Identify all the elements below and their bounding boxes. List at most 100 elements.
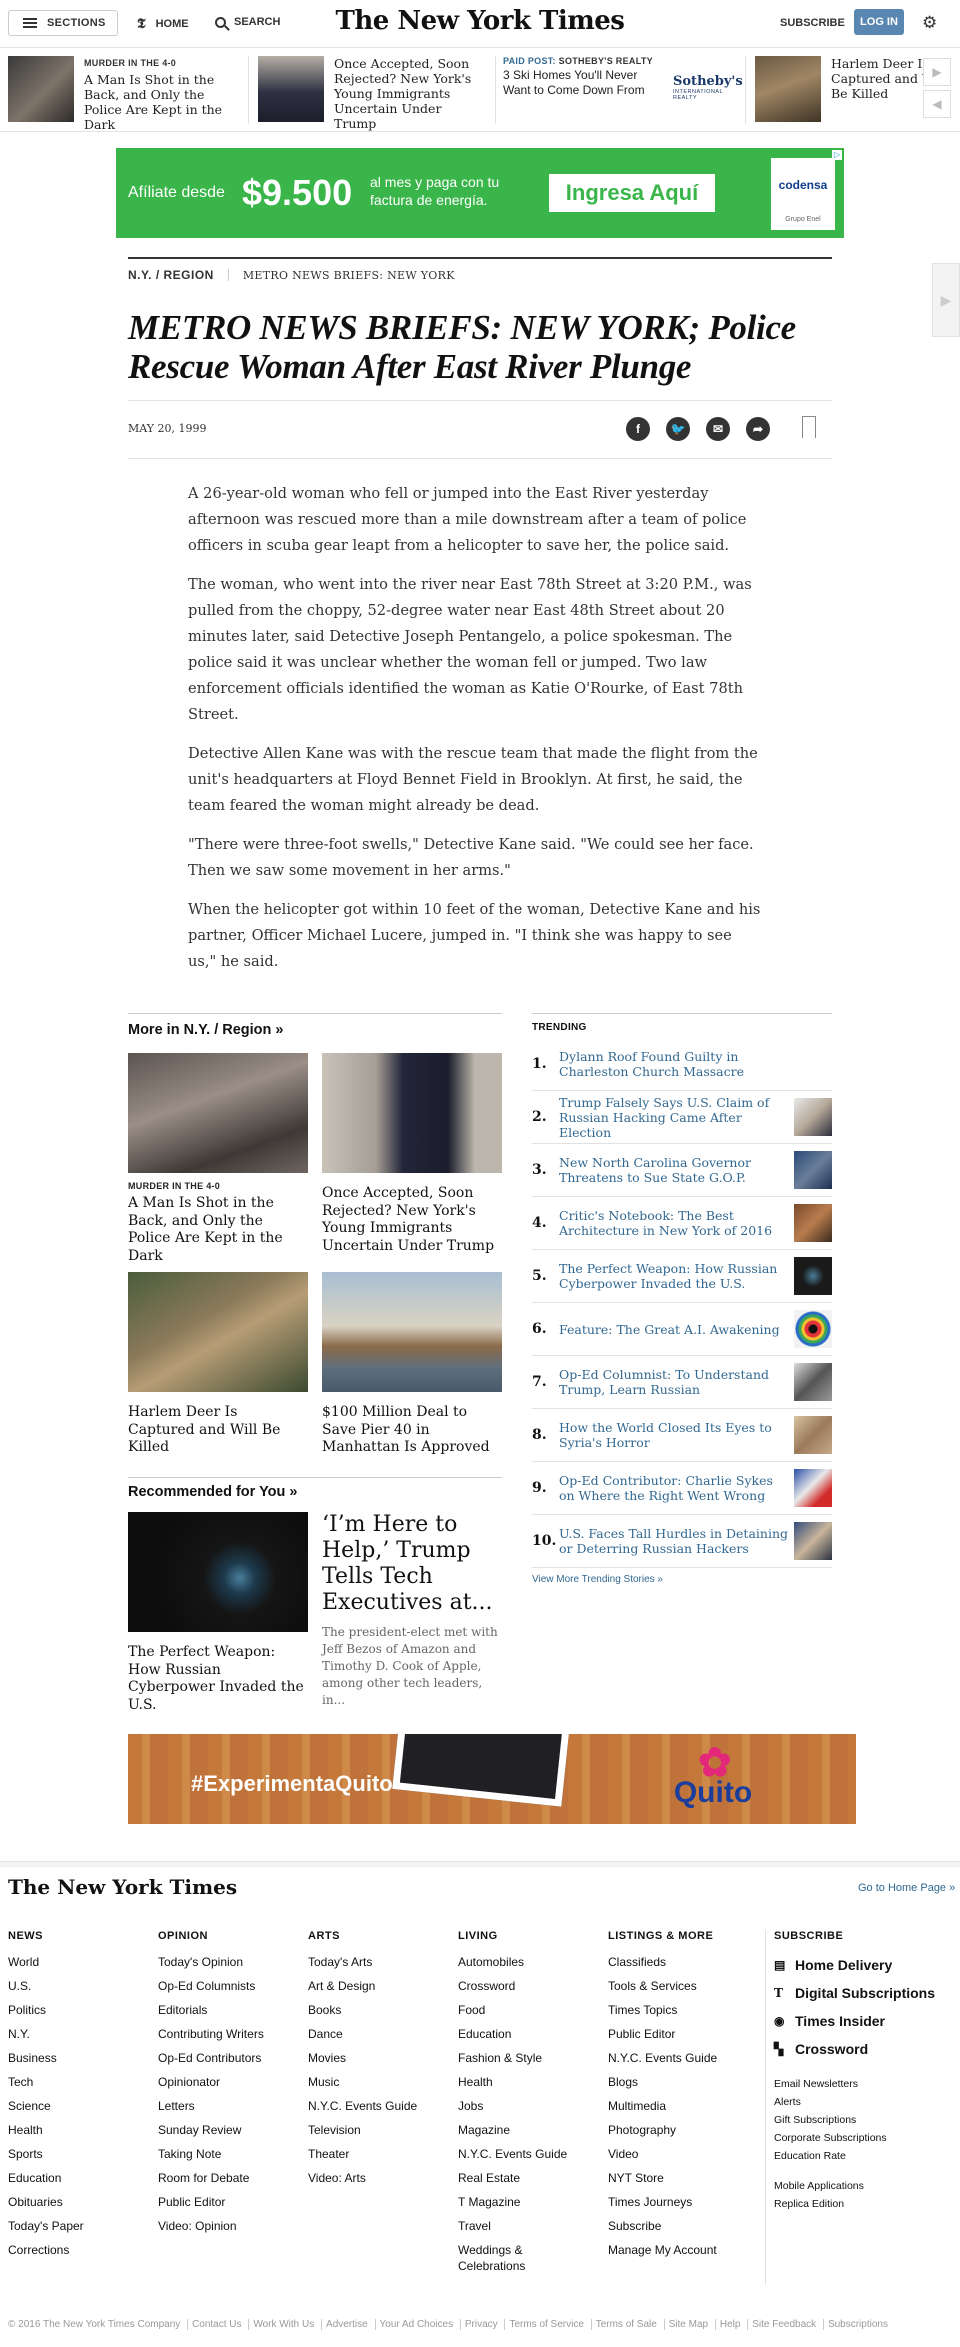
footer-small-link[interactable]: Email Newsletters [774, 2075, 960, 2093]
times-insider-link[interactable]: ◉ Times Insider [774, 2007, 960, 2035]
trending-item[interactable]: 5. The Perfect Weapon: How Russian Cyberp… [532, 1250, 832, 1303]
footer-small-link[interactable]: Gift Subscriptions [774, 2111, 960, 2129]
footer-link[interactable]: Health [458, 2070, 608, 2094]
footer-link[interactable]: Sunday Review [158, 2118, 308, 2142]
trending-item[interactable]: 6. Feature: The Great A.I. Awakening [532, 1303, 832, 1356]
footer-link[interactable]: N.Y.C. Events Guide [308, 2094, 458, 2118]
footer-link[interactable]: Movies [308, 2046, 458, 2070]
section-link[interactable]: N.Y. / REGION [128, 268, 214, 282]
footer-link[interactable]: Weddings & Celebrations [458, 2238, 548, 2274]
footer-link[interactable]: Politics [8, 1998, 158, 2022]
adchoices-icon[interactable]: ▷ [832, 150, 842, 160]
footer-bottom-link[interactable]: Help [714, 2319, 745, 2330]
footer-bottom-link[interactable]: Privacy [459, 2319, 502, 2330]
recommended-heading[interactable]: Recommended for You » [128, 1484, 297, 1500]
footer-link[interactable]: Video: Arts [308, 2166, 458, 2190]
ribbon-next-arrow[interactable]: ▶ [923, 58, 951, 86]
footer-link[interactable]: Op-Ed Contributors [158, 2046, 308, 2070]
bottom-advertisement[interactable]: #ExperimentaQuito Quito [128, 1734, 856, 1824]
ribbon-item[interactable]: MURDER IN THE 4-0 A Man Is Shot in the B… [8, 56, 248, 131]
footer-link[interactable]: Opinionator [158, 2070, 308, 2094]
share-icon[interactable]: ➦ [746, 417, 770, 441]
trending-item[interactable]: 8. How the World Closed Its Eyes to Syria… [532, 1409, 832, 1462]
footer-link[interactable]: Contributing Writers [158, 2022, 308, 2046]
footer-link[interactable]: Photography [608, 2118, 758, 2142]
email-icon[interactable]: ✉ [706, 417, 730, 441]
footer-small-link[interactable]: Alerts [774, 2093, 960, 2111]
footer-link[interactable]: Corrections [8, 2238, 158, 2262]
footer-link[interactable]: Jobs [458, 2094, 608, 2118]
footer-link[interactable]: U.S. [8, 1974, 158, 1998]
next-article-arrow[interactable]: ▶ [932, 263, 960, 337]
footer-small-link[interactable]: Mobile Applications [774, 2177, 960, 2195]
trending-item[interactable]: 9. Op-Ed Contributor: Charlie Sykes on Wh… [532, 1462, 832, 1515]
recommended-feature[interactable]: ‘I’m Here to Help,’ Trump Tells Tech Exe… [322, 1512, 502, 1709]
bookmark-icon[interactable] [802, 416, 816, 439]
home-delivery-link[interactable]: ▤ Home Delivery [774, 1951, 960, 1979]
ad-cta-button[interactable]: Ingresa Aquí [549, 174, 715, 212]
footer-link[interactable]: Public Editor [608, 2022, 758, 2046]
recommended-card[interactable]: The Perfect Weapon: How Russian Cyberpow… [128, 1512, 308, 1714]
more-in-card[interactable]: $100 Million Deal to Save Pier 40 in Man… [322, 1272, 502, 1457]
footer-link[interactable]: Today's Opinion [158, 1950, 308, 1974]
footer-link[interactable]: Classifieds [608, 1950, 758, 1974]
twitter-icon[interactable]: 🐦 [666, 417, 690, 441]
footer-link[interactable]: Today's Arts [308, 1950, 458, 1974]
subscribe-link[interactable]: SUBSCRIBE [780, 17, 845, 29]
login-button[interactable]: LOG IN [854, 9, 904, 35]
footer-link[interactable]: Multimedia [608, 2094, 758, 2118]
footer-bottom-link[interactable]: Terms of Sale [590, 2319, 661, 2330]
footer-link[interactable]: Theater [308, 2142, 458, 2166]
footer-link[interactable]: Times Topics [608, 1998, 758, 2022]
footer-link[interactable]: N.Y.C. Events Guide [608, 2046, 758, 2070]
trending-item[interactable]: 2. Trump Falsely Says U.S. Claim of Russi… [532, 1091, 832, 1144]
footer-link[interactable]: N.Y. [8, 2022, 158, 2046]
footer-link[interactable]: Sports [8, 2142, 158, 2166]
footer-bottom-link[interactable]: Terms of Service [504, 2319, 588, 2330]
footer-link[interactable]: NYT Store [608, 2166, 758, 2190]
footer-link[interactable]: Crossword [458, 1974, 608, 1998]
footer-link[interactable]: Music [308, 2070, 458, 2094]
footer-link[interactable]: Video [608, 2142, 758, 2166]
footer-link[interactable]: Art & Design [308, 1974, 458, 1998]
footer-link[interactable]: Manage My Account [608, 2238, 758, 2262]
more-in-card[interactable]: MURDER IN THE 4-0 A Man Is Shot in the B… [128, 1053, 308, 1265]
footer-link[interactable]: Fashion & Style [458, 2046, 608, 2070]
footer-link[interactable]: Television [308, 2118, 458, 2142]
footer-link[interactable]: Room for Debate [158, 2166, 308, 2190]
footer-link[interactable]: Blogs [608, 2070, 758, 2094]
footer-link[interactable]: Magazine [458, 2118, 608, 2142]
footer-link[interactable]: Today's Paper [8, 2214, 158, 2238]
more-in-card[interactable]: Once Accepted, Soon Rejected? New York's… [322, 1053, 502, 1255]
footer-link[interactable]: Books [308, 1998, 458, 2022]
footer-link[interactable]: Science [8, 2094, 158, 2118]
trending-item[interactable]: 1. Dylann Roof Found Guilty in Charleston… [532, 1038, 832, 1091]
footer-link[interactable]: Public Editor [158, 2190, 308, 2214]
footer-bottom-link[interactable]: Site Feedback [747, 2319, 821, 2330]
trending-item[interactable]: 4. Critic's Notebook: The Best Architectu… [532, 1197, 832, 1250]
footer-link[interactable]: Obituaries [8, 2190, 158, 2214]
footer-link[interactable]: Taking Note [158, 2142, 308, 2166]
footer-link[interactable]: Letters [158, 2094, 308, 2118]
facebook-icon[interactable]: f [626, 417, 650, 441]
footer-small-link[interactable]: Corporate Subscriptions [774, 2129, 960, 2147]
trending-item[interactable]: 7. Op-Ed Columnist: To Understand Trump, … [532, 1356, 832, 1409]
more-in-heading[interactable]: More in N.Y. / Region » [128, 1022, 284, 1038]
footer-link[interactable]: Real Estate [458, 2166, 608, 2190]
footer-link[interactable]: Automobiles [458, 1950, 608, 1974]
footer-small-link[interactable]: Education Rate [774, 2147, 960, 2165]
footer-link[interactable]: Tools & Services [608, 1974, 758, 1998]
footer-small-link[interactable]: Replica Edition [774, 2195, 960, 2213]
footer-link[interactable]: N.Y.C. Events Guide [458, 2142, 608, 2166]
footer-link[interactable]: World [8, 1950, 158, 1974]
digital-subscriptions-link[interactable]: T Digital Subscriptions [774, 1979, 960, 2007]
paid-post[interactable]: PAID POST: SOTHEBY'S REALTY 3 Ski Homes … [503, 56, 743, 124]
footer-link[interactable]: Subscribe [608, 2214, 758, 2238]
crossword-link[interactable]: ▚ Crossword [774, 2035, 960, 2063]
footer-link[interactable]: Education [458, 2022, 608, 2046]
footer-link[interactable]: Business [8, 2046, 158, 2070]
more-in-card[interactable]: Harlem Deer Is Captured and Will Be Kill… [128, 1272, 308, 1457]
footer-bottom-link[interactable]: Your Ad Choices [374, 2319, 458, 2330]
view-more-trending-link[interactable]: View More Trending Stories » [532, 1574, 663, 1585]
footer-link[interactable]: T Magazine [458, 2190, 608, 2214]
